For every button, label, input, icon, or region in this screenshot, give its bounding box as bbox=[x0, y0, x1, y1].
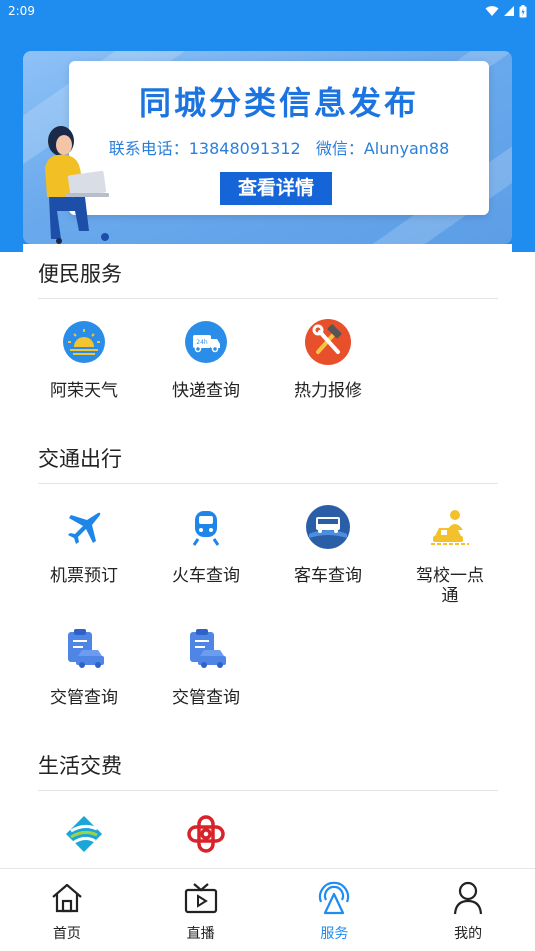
tile-label: 交管查询 bbox=[172, 688, 240, 708]
section-title: 便民服务 bbox=[38, 249, 498, 299]
traffic-query-icon bbox=[68, 629, 104, 668]
tile-label: 阿荣天气 bbox=[50, 381, 118, 401]
promo-banner[interactable]: 同城分类信息发布 联系电话：13848091312 微信：Alunyan88 查… bbox=[23, 51, 512, 244]
person-laptop-illustration bbox=[45, 126, 109, 244]
tile-weather[interactable]: 阿荣天气 bbox=[23, 317, 145, 401]
banner-phone: 联系电话：13848091312 bbox=[108, 139, 301, 158]
wifi-icon bbox=[485, 6, 499, 16]
tile-traffic-query-1[interactable]: 交管查询 bbox=[23, 624, 145, 708]
nav-live[interactable]: 直播 bbox=[134, 869, 268, 951]
nav-mine[interactable]: 我的 bbox=[401, 869, 535, 951]
nav-service[interactable]: 服务 bbox=[268, 869, 402, 951]
tile-label: 交管查询 bbox=[50, 688, 118, 708]
banner-contact: 联系电话：13848091312 微信：Alunyan88 bbox=[69, 135, 489, 159]
tile-flight[interactable]: 机票预订 bbox=[23, 502, 145, 586]
service-content: 便民服务 阿荣天气 24h 快递查询 热力报修 交通出行 机票预订 火车查询 客… bbox=[23, 244, 512, 868]
status-bar: 2:09 bbox=[0, 0, 535, 22]
signal-icon bbox=[504, 6, 514, 16]
nav-label: 服务 bbox=[320, 926, 349, 942]
nav-home[interactable]: 首页 bbox=[0, 869, 134, 951]
battery-icon bbox=[519, 4, 527, 17]
train-icon bbox=[192, 511, 220, 546]
tile-heating-repair[interactable]: 热力报修 bbox=[267, 317, 389, 401]
app-screen: 2:09 同城分类信息发布 联系电话：13848091312 微信：Alunya… bbox=[0, 0, 535, 951]
banner-wechat: 微信：Alunyan88 bbox=[315, 139, 450, 158]
tile-label: 火车查询 bbox=[172, 566, 240, 586]
bus-icon bbox=[306, 505, 350, 549]
live-tv-icon bbox=[184, 883, 217, 914]
banner-title: 同城分类信息发布 bbox=[138, 84, 419, 122]
section-convenience: 便民服务 阿荣天气 24h 快递查询 热力报修 bbox=[38, 249, 498, 419]
section-title: 生活交费 bbox=[38, 741, 498, 791]
tile-china-unicom[interactable] bbox=[145, 809, 267, 859]
nav-label: 我的 bbox=[454, 926, 483, 942]
tile-label: 机票预订 bbox=[50, 566, 118, 586]
section-payment: 生活交费 bbox=[38, 741, 498, 871]
tile-label: 客车查询 bbox=[294, 566, 362, 586]
nav-label: 直播 bbox=[186, 926, 215, 942]
tile-train[interactable]: 火车查询 bbox=[145, 502, 267, 586]
tile-label: 热力报修 bbox=[294, 381, 362, 401]
delivery-truck-icon: 24h bbox=[185, 321, 227, 363]
tile-traffic-query-2[interactable]: 交管查询 bbox=[145, 624, 267, 708]
service-icon bbox=[319, 881, 350, 915]
airplane-icon bbox=[68, 512, 101, 544]
section-title: 交通出行 bbox=[38, 434, 498, 484]
tile-label: 快递查询 bbox=[172, 381, 240, 401]
section-transport: 交通出行 机票预订 火车查询 客车查询 驾校一点通 交管查询 交管查询 bbox=[38, 434, 498, 734]
nav-label: 首页 bbox=[52, 926, 81, 942]
tile-driving-school[interactable]: 驾校一点通 bbox=[389, 502, 511, 606]
bottom-navigation: 首页 直播 服务 我的 bbox=[0, 868, 535, 951]
weather-icon bbox=[63, 321, 105, 363]
svg-text:24h: 24h bbox=[196, 339, 208, 346]
tile-china-mobile[interactable] bbox=[23, 809, 145, 859]
china-unicom-icon bbox=[187, 815, 225, 853]
tile-label: 驾校一点通 bbox=[416, 566, 484, 606]
status-time: 2:09 bbox=[8, 4, 35, 18]
view-details-button[interactable]: 查看详情 bbox=[220, 172, 332, 205]
tile-express[interactable]: 24h 快递查询 bbox=[145, 317, 267, 401]
home-icon bbox=[52, 883, 82, 913]
driving-school-icon bbox=[431, 510, 469, 545]
china-mobile-icon bbox=[66, 816, 102, 852]
traffic-query-icon bbox=[190, 629, 226, 668]
user-icon bbox=[454, 881, 483, 915]
repair-tools-icon bbox=[305, 319, 351, 365]
banner-card: 同城分类信息发布 联系电话：13848091312 微信：Alunyan88 查… bbox=[69, 61, 489, 215]
tile-coach[interactable]: 客车查询 bbox=[267, 502, 389, 586]
